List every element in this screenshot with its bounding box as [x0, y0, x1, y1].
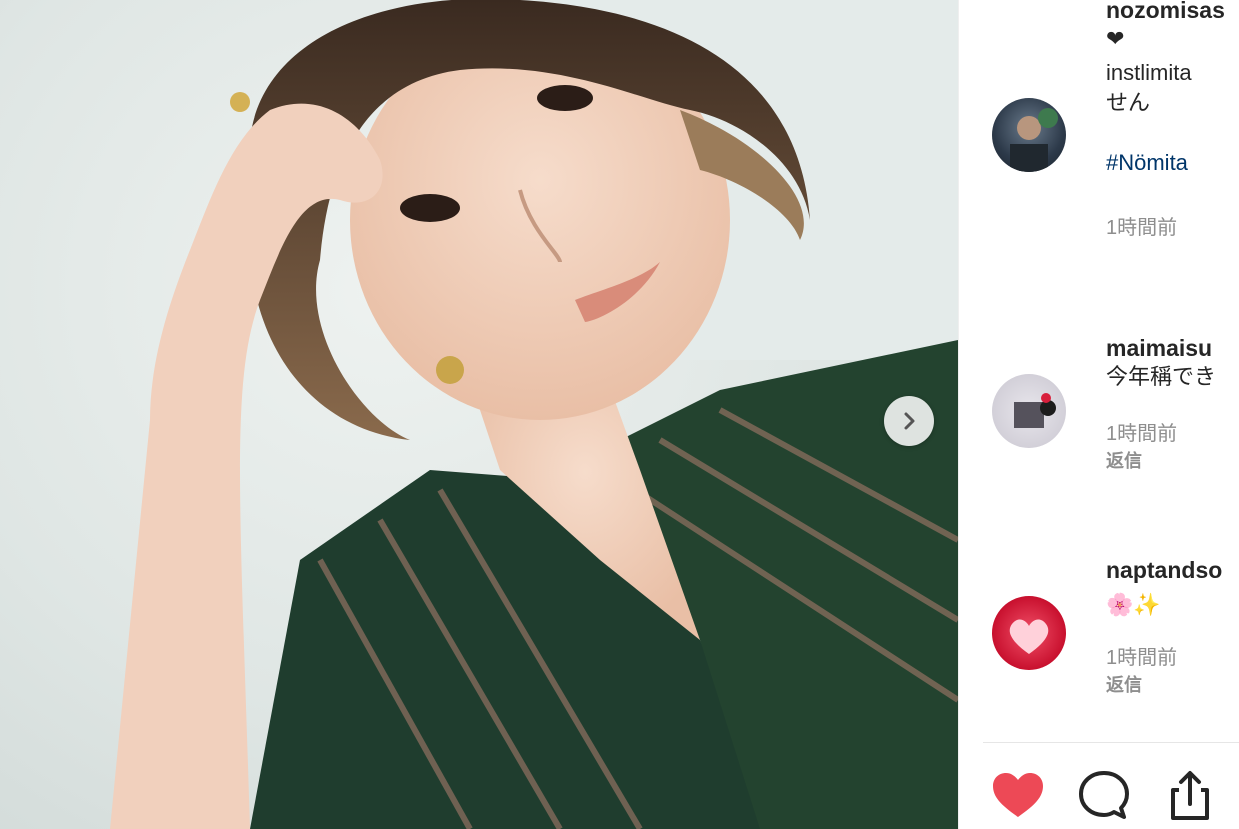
divider	[983, 742, 1239, 743]
comment-timestamp: 1時間前	[1106, 423, 1178, 445]
avatar[interactable]	[992, 98, 1066, 172]
comment-username[interactable]: maimaisu	[1106, 334, 1239, 362]
comment-username[interactable]: naptandso	[1106, 556, 1239, 584]
heart-icon	[993, 773, 1043, 817]
comment-text: 🌸✨	[1106, 592, 1161, 617]
reply-button[interactable]: 返信	[1106, 672, 1239, 698]
avatar-image	[1009, 619, 1049, 654]
comment-text: 今年稱でき	[1106, 364, 1217, 389]
comment-timestamp: 1時間前	[1106, 647, 1178, 669]
comments-panel: nozomisas ❤ instlimita せん #Nömita 1時間前 m…	[958, 0, 1239, 829]
comment-timestamp: 1時間前	[1106, 217, 1178, 239]
comment-button[interactable]	[1077, 768, 1131, 822]
comment-text-line: instlimita	[1106, 60, 1192, 85]
post-photo-illustration	[110, 0, 958, 829]
avatar-image	[1010, 108, 1058, 172]
comment-text-line: ❤	[1106, 26, 1125, 51]
comment-username[interactable]: nozomisas	[1106, 0, 1239, 24]
action-bar	[959, 760, 1239, 829]
comment-hashtag-link[interactable]: #Nömita	[1106, 148, 1239, 178]
next-photo-button[interactable]	[884, 396, 934, 446]
post-photo[interactable]	[0, 0, 958, 829]
avatar[interactable]	[992, 596, 1066, 670]
like-button[interactable]	[991, 768, 1045, 822]
share-icon	[1171, 771, 1209, 820]
reply-button[interactable]: 返信	[1106, 448, 1239, 474]
comment-icon	[1079, 771, 1129, 819]
avatar-image	[1014, 393, 1056, 428]
comment-text-line: せん	[1106, 90, 1151, 115]
chevron-right-icon	[904, 412, 915, 430]
avatar[interactable]	[992, 374, 1066, 448]
share-button[interactable]	[1163, 768, 1217, 822]
